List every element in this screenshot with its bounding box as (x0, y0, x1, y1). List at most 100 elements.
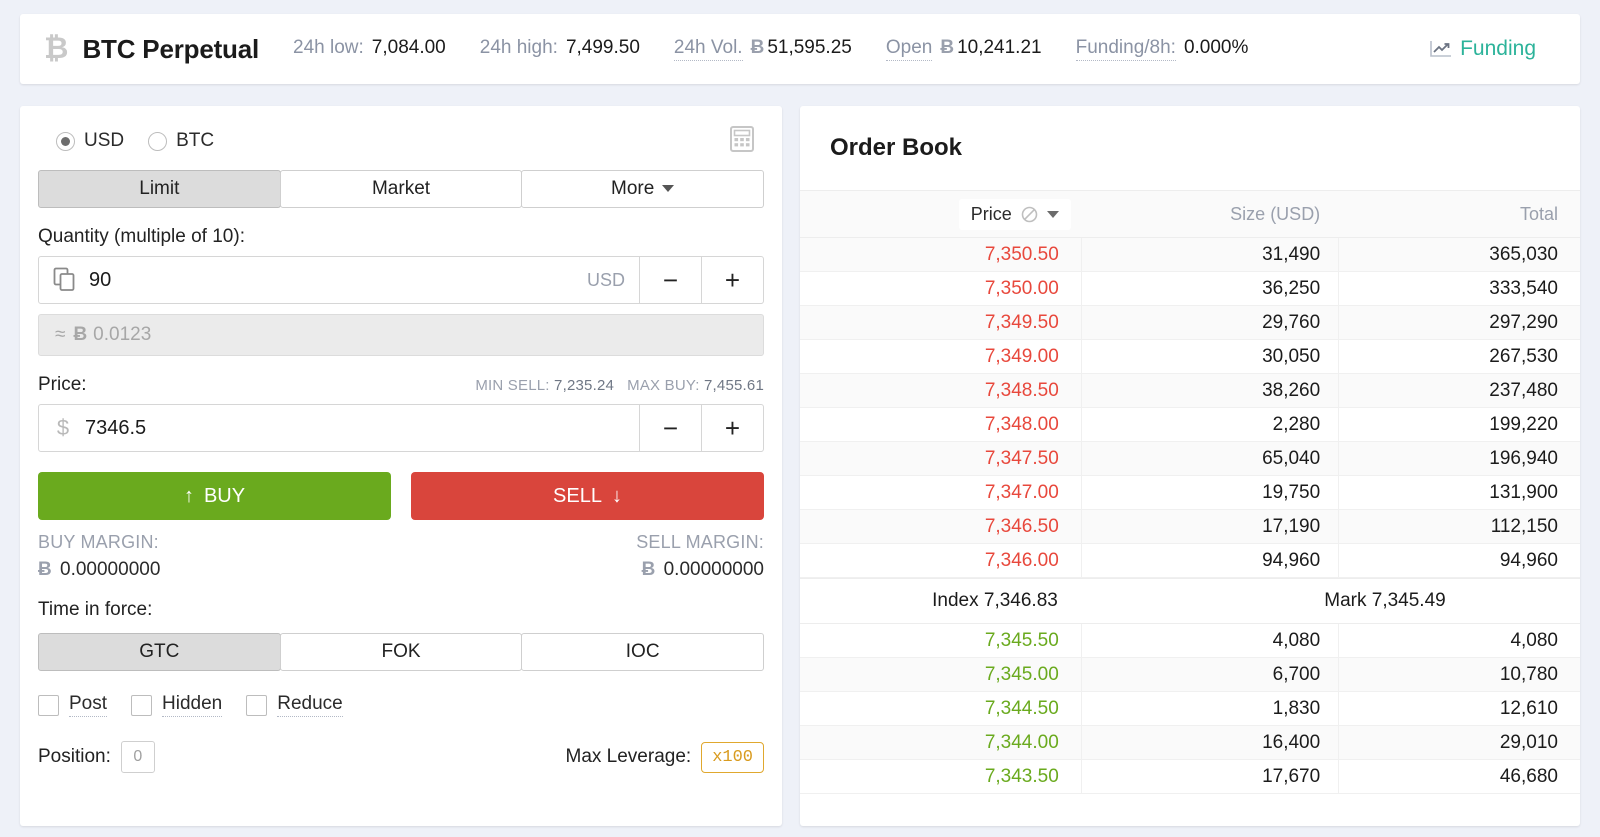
order-book-size: 16,400 (1080, 725, 1338, 760)
header-stat-value: 7,499.50 (566, 37, 640, 59)
header-stat: 24h Vol. Ƀ 51,595.25 (673, 37, 852, 61)
position-value[interactable]: 0 (120, 741, 155, 773)
index-price: Index 7,346.83 (800, 590, 1190, 612)
price-label: Price: (38, 374, 87, 395)
bitcoin-icon: Ƀ (38, 559, 52, 580)
bitcoin-icon: Ƀ (750, 37, 765, 58)
quantity-input-box[interactable]: USD (38, 256, 640, 304)
sell-button[interactable]: SELL ↓ (411, 472, 764, 520)
order-book-row[interactable]: 7,343.50 17,670 46,680 (800, 759, 1580, 794)
price-sort-control[interactable]: Price (958, 198, 1071, 230)
order-book-row[interactable]: 7,344.50 1,830 12,610 (800, 691, 1580, 726)
size-column-header: Size (USD) (1230, 203, 1321, 224)
currency-radio-btc-label: BTC (176, 130, 215, 151)
funding-link-label: Funding (1460, 37, 1536, 60)
price-input-box[interactable]: $ (38, 404, 640, 452)
order-book-total: 267,530 (1338, 339, 1580, 374)
tif-tab-gtc[interactable]: GTC (38, 633, 281, 671)
checkbox-box-icon (131, 694, 153, 716)
order-book-row[interactable]: 7,349.50 29,760 297,290 (800, 305, 1580, 340)
checkbox-hidden[interactable]: Hidden (131, 693, 223, 717)
price-limits-hint: MIN SELL: 7,235.24 MAX BUY: 7,455.61 (475, 377, 764, 394)
buy-margin-value-row: Ƀ 0.00000000 (38, 559, 401, 581)
bitcoin-icon: Ƀ (73, 324, 88, 345)
order-flags-row: Post Hidden Reduce (38, 693, 764, 717)
order-book-price: 7,349.00 (984, 345, 1059, 367)
order-book-size: 1,830 (1080, 691, 1338, 726)
order-book-row[interactable]: 7,345.50 4,080 4,080 (800, 623, 1580, 658)
order-type-tab-market[interactable]: Market (279, 170, 523, 208)
checkbox-box-icon (38, 694, 59, 716)
checkbox-label: Reduce (277, 693, 343, 717)
radio-dot-icon (56, 131, 75, 151)
currency-radio-group: USD BTC (38, 124, 764, 158)
position-row: Position: 0 Max Leverage: x100 (38, 741, 764, 773)
index-label: Index (932, 590, 979, 611)
sell-margin-value-row: Ƀ 0.00000000 (401, 559, 764, 581)
price-increment-button[interactable]: + (702, 404, 764, 452)
quantity-input-row: USD − + (38, 256, 764, 304)
buy-button[interactable]: ↑ BUY (38, 472, 391, 520)
order-book-size: 4,080 (1080, 623, 1338, 658)
order-book-row[interactable]: 7,350.00 36,250 333,540 (800, 271, 1580, 306)
order-book-total: 29,010 (1338, 725, 1580, 760)
order-book-title: Order Book (830, 134, 963, 161)
checkbox-reduce[interactable]: Reduce (246, 693, 343, 717)
order-book-row[interactable]: 7,347.00 19,750 131,900 (800, 475, 1580, 510)
order-book-price: 7,345.00 (984, 663, 1059, 685)
currency-radio-usd[interactable]: USD (56, 130, 124, 152)
tif-tab-fok[interactable]: FOK (279, 633, 523, 671)
order-book-price: 7,346.50 (984, 515, 1059, 537)
order-book-row[interactable]: 7,346.50 17,190 112,150 (800, 509, 1580, 544)
ask-rows: 7,350.50 31,490 365,030 7,350.00 36,250 333,5… (800, 237, 1580, 578)
bitcoin-icon: ₿ (44, 32, 69, 65)
order-book-row[interactable]: 7,349.00 30,050 267,530 (800, 339, 1580, 374)
max-buy-value: 7,455.61 (704, 377, 764, 394)
chevron-down-icon (662, 185, 675, 193)
copy-icon (53, 267, 77, 293)
order-book-row[interactable]: 7,344.00 16,400 29,010 (800, 725, 1580, 760)
order-type-tab-more[interactable]: More (521, 170, 765, 208)
quantity-increment-button[interactable]: + (702, 256, 764, 304)
currency-radio-btc[interactable]: BTC (148, 130, 214, 152)
buy-margin-value: 0.00000000 (60, 559, 161, 580)
order-book-row[interactable]: 7,348.00 2,280 199,220 (800, 407, 1580, 442)
sell-margin: SELL MARGIN: Ƀ 0.00000000 (401, 532, 764, 581)
order-book-row[interactable]: 7,348.50 38,260 237,480 (800, 373, 1580, 408)
radio-dot-icon (148, 131, 168, 151)
order-type-tabs: Limit Market More (38, 170, 765, 208)
order-type-tab-limit[interactable]: Limit (38, 170, 281, 208)
order-book-size: 30,050 (1080, 339, 1338, 374)
order-book-row[interactable]: 7,345.00 6,700 10,780 (800, 657, 1580, 692)
checkbox-post[interactable]: Post (38, 693, 108, 717)
order-type-tab-label: More (611, 178, 655, 199)
price-column-header: Price (800, 198, 1081, 230)
price-decrement-button[interactable]: − (640, 404, 702, 452)
quantity-input[interactable] (89, 268, 587, 292)
header-stat: Funding/8h: 0.000% (1075, 37, 1248, 61)
tif-tab-ioc[interactable]: IOC (521, 633, 765, 671)
price-input-row: $ − + (38, 404, 764, 452)
order-book-row[interactable]: 7,347.50 65,040 196,940 (800, 441, 1580, 476)
order-book-row[interactable]: 7,346.00 94,960 94,960 (800, 543, 1580, 578)
order-book-total: 196,940 (1338, 441, 1580, 476)
header-stat: 24h low: 7,084.00 (293, 37, 446, 59)
header-stat-label: 24h Vol. (673, 37, 743, 61)
funding-link[interactable]: Funding (1430, 37, 1536, 61)
quantity-decrement-button[interactable]: − (640, 256, 702, 304)
order-book-total: 112,150 (1338, 509, 1580, 544)
sell-button-label: SELL (553, 484, 602, 507)
header-stat: Open Ƀ 10,241.21 (885, 37, 1042, 61)
order-book-row[interactable]: 7,350.50 31,490 365,030 (800, 237, 1580, 272)
buy-button-label: BUY (203, 484, 246, 507)
leverage-badge[interactable]: x100 (701, 741, 764, 773)
total-column-header: Total (1519, 203, 1558, 224)
order-form-panel: USD BTC Limit Market More Quantity (multip… (20, 106, 782, 826)
calculator-icon[interactable] (730, 125, 754, 157)
header-stat-number: 7,499.50 (565, 37, 640, 58)
order-book-price: 7,344.50 (984, 697, 1059, 719)
price-input[interactable] (85, 416, 625, 440)
order-book-price: 7,348.00 (984, 413, 1059, 435)
market-header: ₿ BTC Perpetual 24h low: 7,084.00 24h high… (20, 14, 1580, 84)
order-book-total: 46,680 (1338, 759, 1580, 794)
